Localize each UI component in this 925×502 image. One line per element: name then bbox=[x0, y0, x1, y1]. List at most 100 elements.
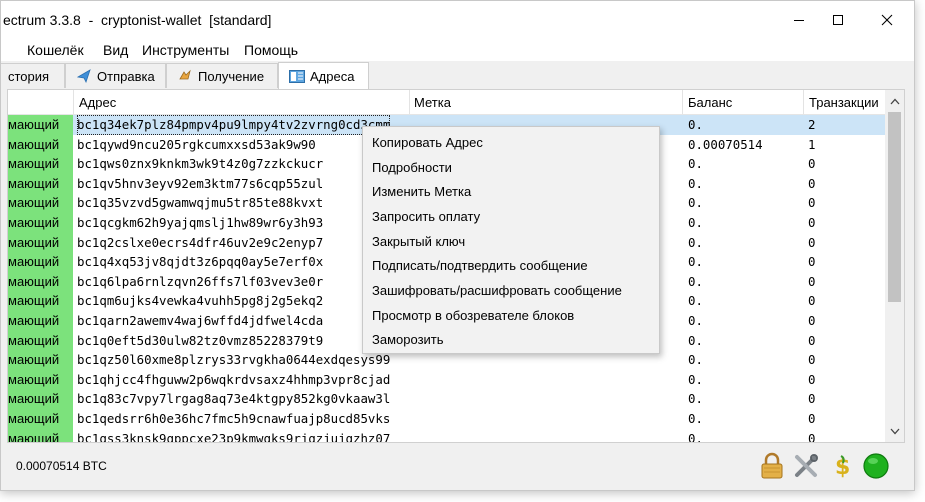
cell-address: bc1q6lpa6rnlzqvn26ffs7lf03vev3e0r bbox=[77, 273, 324, 289]
cell-type: мающий bbox=[8, 232, 73, 253]
tab-addresses[interactable]: Адреса bbox=[278, 62, 369, 89]
menu-item-block-explorer[interactable]: Просмотр в обозревателе блоков bbox=[372, 308, 574, 323]
status-balance: 0.00070514 BTC bbox=[16, 459, 107, 473]
menu-item-sign-verify[interactable]: Подписать/подтвердить сообщение bbox=[372, 258, 588, 273]
cell-balance: 0.00070514 bbox=[688, 136, 763, 152]
menu-bar: Кошелёк Вид Инструменты Помощь bbox=[1, 39, 914, 61]
menu-view[interactable]: Вид bbox=[103, 42, 128, 58]
cell-balance: 0. bbox=[688, 352, 703, 368]
menu-item-private-key[interactable]: Закрытый ключ bbox=[372, 234, 465, 249]
cell-address: bc1qss3knsk9qppcxe23p9kmwqks9rjqzjujqzhz… bbox=[77, 430, 391, 443]
cell-transactions: 0 bbox=[808, 352, 816, 368]
cell-transactions: 0 bbox=[808, 175, 816, 191]
cell-balance: 0. bbox=[688, 195, 703, 211]
column-header-balance[interactable]: Баланс bbox=[688, 95, 732, 110]
column-divider bbox=[682, 90, 683, 114]
cell-type: мающий bbox=[8, 115, 73, 135]
tab-send-label: Отправка bbox=[97, 68, 155, 84]
send-icon bbox=[76, 69, 92, 83]
menu-item-edit-label[interactable]: Изменить Метка bbox=[372, 184, 471, 199]
cell-address: bc1qws0znx9knkm3wk9t4z0g7zzkckucr bbox=[77, 156, 324, 172]
seed-icon[interactable]: $ bbox=[825, 451, 855, 481]
cell-type: мающий bbox=[8, 193, 73, 214]
cell-balance: 0. bbox=[688, 156, 703, 172]
cell-address: bc1q34ek7plz84pmpv4pu9lmpy4tv2zvrng0cd3c… bbox=[77, 115, 391, 135]
cell-transactions: 0 bbox=[808, 391, 816, 407]
scrollbar-thumb[interactable] bbox=[888, 112, 901, 302]
column-divider bbox=[73, 90, 74, 114]
vertical-scrollbar[interactable] bbox=[885, 89, 905, 443]
close-button[interactable] bbox=[864, 6, 910, 34]
cell-balance: 0. bbox=[688, 293, 703, 309]
cell-address: bc1q0eft5d30ulw82tz0vmz85228379t9 bbox=[77, 332, 324, 348]
table-row[interactable]: мающий bc1qss3knsk9qppcxe23p9kmwqks9rjqzj… bbox=[8, 428, 892, 443]
cell-address: bc1q2cslxe0ecrs4dfr46uv2e9c2enyp7 bbox=[77, 234, 324, 250]
cell-type: мающий bbox=[8, 213, 73, 233]
cell-transactions: 0 bbox=[808, 293, 816, 309]
tab-addresses-label: Адреса bbox=[310, 68, 355, 84]
tab-receive[interactable]: Получение bbox=[166, 63, 278, 88]
cell-transactions: 0 bbox=[808, 332, 816, 348]
cell-transactions: 0 bbox=[808, 156, 816, 172]
close-icon bbox=[881, 14, 893, 26]
table-row[interactable]: мающий bc1qhjcc4fhguww2p6wqkrdvsaxz4hhmp3… bbox=[8, 369, 892, 390]
cell-transactions: 0 bbox=[808, 234, 816, 250]
cell-balance: 0. bbox=[688, 234, 703, 250]
maximize-icon bbox=[833, 15, 843, 25]
menu-help[interactable]: Помощь bbox=[244, 42, 298, 58]
column-divider bbox=[409, 90, 410, 114]
context-menu: Копировать Адрес Подробности Изменить Ме… bbox=[362, 126, 660, 354]
scroll-down-icon[interactable] bbox=[889, 426, 900, 436]
tab-bar: стория Отправка Получение Адреса bbox=[1, 61, 914, 89]
cell-transactions: 0 bbox=[808, 430, 816, 443]
preferences-icon[interactable] bbox=[791, 451, 821, 481]
menu-item-copy-address[interactable]: Копировать Адрес bbox=[372, 135, 483, 150]
scroll-up-icon[interactable] bbox=[889, 96, 900, 106]
cell-transactions: 0 bbox=[808, 313, 816, 328]
maximize-button[interactable] bbox=[815, 6, 861, 34]
minimize-icon bbox=[794, 20, 804, 21]
cell-transactions: 0 bbox=[808, 215, 816, 230]
electrum-window: ectrum 3.3.8 - cryptonist-wallet [standa… bbox=[0, 0, 915, 491]
window-title: ectrum 3.3.8 - cryptonist-wallet [standa… bbox=[3, 12, 272, 28]
column-divider bbox=[803, 90, 804, 114]
cell-transactions: 0 bbox=[808, 254, 816, 270]
network-status-icon[interactable] bbox=[861, 451, 891, 481]
column-header-transactions[interactable]: Транзакции bbox=[809, 95, 879, 110]
menu-item-encrypt-decrypt[interactable]: Зашифровать/расшифровать сообщение bbox=[372, 283, 622, 298]
cell-type: мающий bbox=[8, 134, 73, 155]
cell-balance: 0. bbox=[688, 371, 703, 387]
lock-icon[interactable] bbox=[757, 451, 787, 481]
menu-item-request-payment[interactable]: Запросить оплату bbox=[372, 209, 480, 224]
cell-type: мающий bbox=[8, 311, 73, 331]
cell-transactions: 0 bbox=[808, 371, 816, 387]
addresses-icon bbox=[289, 69, 305, 83]
cell-transactions: 0 bbox=[808, 411, 816, 426]
cell-balance: 0. bbox=[688, 273, 703, 289]
table-row[interactable]: мающий bc1q83c7vpy7lrgag8aq73e4ktgpy852kg… bbox=[8, 389, 892, 410]
cell-balance: 0. bbox=[688, 430, 703, 443]
cell-balance: 0. bbox=[688, 391, 703, 407]
menu-item-details[interactable]: Подробности bbox=[372, 160, 452, 175]
cell-address: bc1qm6ujks4vewka4vuhh5pg8j2g5ekq2 bbox=[77, 293, 324, 309]
cell-type: мающий bbox=[8, 409, 73, 429]
tab-history[interactable]: стория bbox=[1, 63, 65, 88]
cell-type: мающий bbox=[8, 330, 73, 351]
tab-history-label: стория bbox=[8, 68, 50, 84]
tab-send[interactable]: Отправка bbox=[65, 63, 166, 88]
cell-balance: 0. bbox=[688, 215, 703, 230]
cell-balance: 0. bbox=[688, 313, 703, 328]
menu-tools[interactable]: Инструменты bbox=[142, 42, 229, 58]
menu-wallet[interactable]: Кошелёк bbox=[27, 42, 84, 58]
cell-transactions: 1 bbox=[808, 136, 816, 152]
cell-address: bc1q83c7vpy7lrgag8aq73e4ktgpy852kg0vkaaw… bbox=[77, 391, 391, 407]
cell-type: мающий bbox=[8, 350, 73, 371]
cell-balance: 0. bbox=[688, 332, 703, 348]
cell-address: bc1q4xq53jv8qjdt3z6pqq0ay5e7erf0x bbox=[77, 254, 324, 270]
table-row[interactable]: мающий bc1qedsrr6h0e36hc7fmc5h9cnawfuajp8… bbox=[8, 409, 892, 429]
column-header-label[interactable]: Метка bbox=[414, 95, 451, 110]
menu-item-freeze[interactable]: Заморозить bbox=[372, 332, 444, 347]
column-header-address[interactable]: Адрес bbox=[79, 95, 116, 110]
table-header: Адрес Метка Баланс Транзакции bbox=[8, 90, 892, 115]
cell-address: bc1q35vzvd5gwamwqjmu5tr85te88kvxt bbox=[77, 195, 324, 211]
